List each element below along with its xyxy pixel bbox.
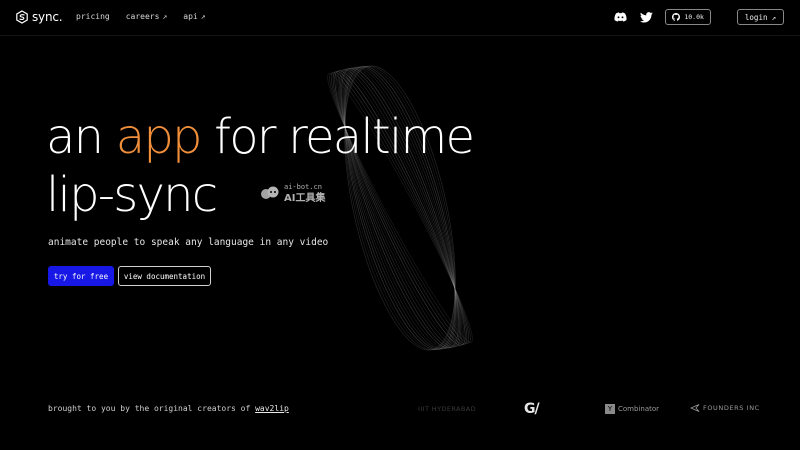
github-stars-count: 10.0k (684, 13, 704, 21)
nav-link-api[interactable]: api ↗ (183, 12, 205, 21)
hero-title-part2: for realtime (200, 109, 475, 165)
iiit-hyderabad-logo: IIIT HYDERABAD (418, 405, 476, 413)
gv-logo-text: G/ (524, 401, 540, 417)
hero-title: an app for realtime lip-sync (46, 108, 566, 224)
login-label: login (744, 12, 768, 22)
twitter-icon[interactable] (639, 10, 653, 24)
yc-mark-icon: Y (605, 404, 615, 414)
watermark-label: AI工具集 (284, 193, 326, 204)
try-for-free-button[interactable]: try for free (48, 266, 114, 286)
view-documentation-button[interactable]: view documentation (118, 266, 211, 286)
founders-logo-text: FOUNDERS INC (703, 404, 760, 412)
external-link-icon: ↗ (771, 12, 776, 22)
top-navbar: sync. pricing careers ↗ api ↗ 10.0k logi… (0, 0, 800, 36)
watermark: ai-bot.cn AI工具集 (260, 182, 325, 204)
hero-title-part1: an (46, 109, 116, 165)
nav-link-label: careers (125, 12, 160, 21)
nav-link-label: api (183, 12, 198, 21)
brand-logo[interactable]: sync. (15, 10, 63, 24)
nav-link-label: pricing (76, 12, 110, 21)
login-button[interactable]: login ↗ (736, 9, 784, 25)
hero-title-accent: app (115, 109, 203, 165)
gv-logo: G/ (524, 401, 540, 417)
watermark-domain: ai-bot.cn (284, 183, 322, 191)
hero-subtitle: animate people to speak any language in … (48, 237, 329, 248)
hero-title-line2: lip-sync (46, 167, 218, 223)
robot-icon (261, 186, 279, 199)
sync-logo-icon (16, 10, 28, 24)
partner-logos: IIIT HYDERABAD G/ Y Combinator FOUNDERS … (0, 400, 800, 420)
founders-inc-mark-icon (690, 404, 700, 412)
yc-logo-text: Combinator (618, 405, 660, 413)
brand-name: sync. (32, 10, 63, 24)
founders-inc-logo: FOUNDERS INC (690, 404, 760, 412)
external-link-icon: ↗ (162, 12, 168, 21)
nav-link-careers[interactable]: careers ↗ (126, 12, 168, 21)
iiit-logo-text: IIIT HYDERABAD (418, 405, 476, 413)
github-icon (672, 13, 681, 21)
y-combinator-logo: Y Combinator (605, 404, 659, 414)
nav-actions: 10.0k login ↗ (613, 9, 784, 25)
nav-links: pricing careers ↗ api ↗ (76, 12, 206, 21)
github-stars-button[interactable]: 10.0k (665, 9, 711, 25)
discord-icon[interactable] (613, 10, 627, 24)
nav-link-pricing[interactable]: pricing (76, 12, 110, 21)
external-link-icon: ↗ (200, 12, 206, 21)
